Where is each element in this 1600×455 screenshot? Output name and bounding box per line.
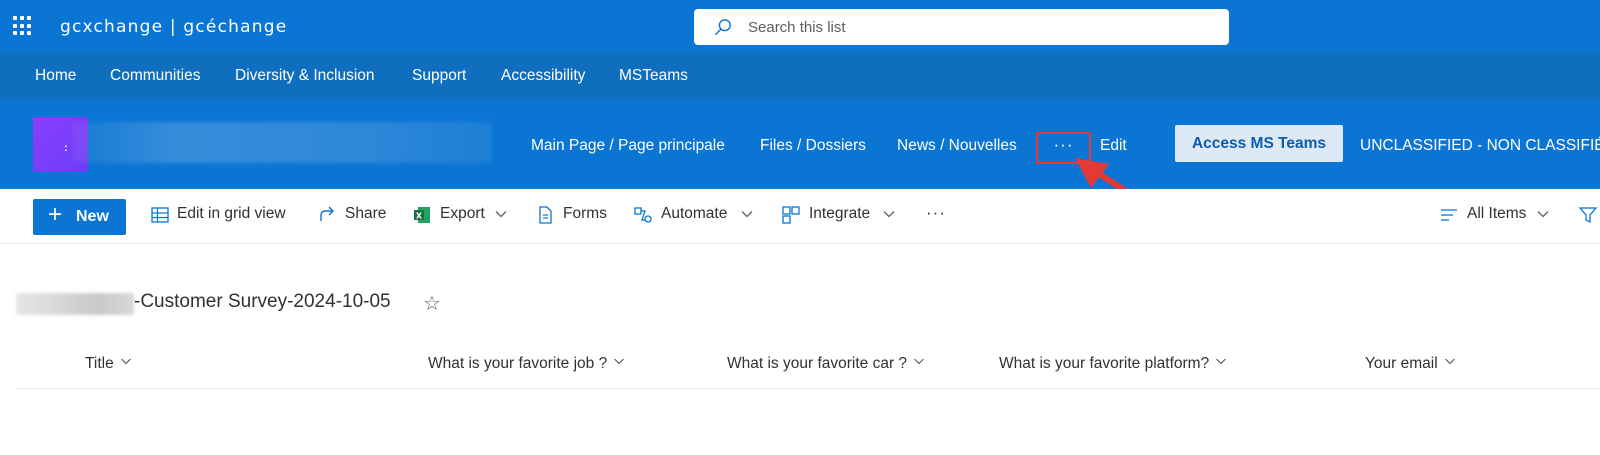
- plus-icon: +: [48, 201, 63, 228]
- automate-icon: [634, 207, 652, 223]
- column-header-label: Your email: [1365, 355, 1438, 372]
- search-input[interactable]: [748, 9, 1218, 45]
- column-header-favorite-job[interactable]: What is your favorite job ?: [428, 355, 625, 373]
- chevron-down-icon: [120, 358, 131, 365]
- hub-item-communities[interactable]: Communities: [110, 67, 200, 85]
- site-nav-news[interactable]: News / Nouvelles: [897, 137, 1017, 155]
- integrate-button[interactable]: Integrate: [809, 205, 870, 223]
- excel-icon: X: [414, 207, 430, 223]
- chevron-down-icon: [914, 358, 924, 365]
- view-options-icon: [1441, 209, 1457, 221]
- export-button[interactable]: Export: [440, 205, 485, 223]
- hub-item-diversity-inclusion[interactable]: Diversity & Inclusion: [235, 67, 375, 85]
- suite-bar: gcxchange | gcéchange: [0, 0, 1600, 53]
- share-button[interactable]: Share: [345, 205, 386, 223]
- hub-item-accessibility[interactable]: Accessibility: [501, 67, 585, 85]
- chevron-down-icon: [1444, 358, 1455, 365]
- column-header-email[interactable]: Your email: [1365, 355, 1456, 373]
- hub-item-msteams[interactable]: MSTeams: [619, 67, 688, 85]
- chevron-down-icon: [495, 211, 507, 218]
- command-more-button[interactable]: ···: [926, 203, 946, 223]
- column-header-favorite-car[interactable]: What is your favorite car ?: [727, 355, 925, 373]
- chevron-down-icon: [883, 211, 895, 218]
- list-title-redacted: [16, 293, 134, 315]
- column-header-title[interactable]: Title: [85, 355, 132, 373]
- new-button-label: New: [76, 208, 109, 225]
- grid-view-icon: [151, 207, 169, 223]
- column-header-divider: [16, 388, 1600, 389]
- site-title-redacted: [72, 122, 492, 163]
- new-button[interactable]: + New: [33, 199, 126, 235]
- column-header-label: What is your favorite job ?: [428, 355, 608, 372]
- integrate-icon: [782, 206, 800, 224]
- list-title: -Customer Survey-2024-10-05: [134, 291, 391, 312]
- column-header-label: What is your favorite car ?: [727, 355, 908, 372]
- edit-in-grid-view-button[interactable]: Edit in grid view: [177, 205, 286, 223]
- search-box[interactable]: [694, 9, 1229, 45]
- access-ms-teams-button[interactable]: Access MS Teams: [1175, 125, 1343, 162]
- star-icon[interactable]: ☆: [423, 291, 441, 316]
- svg-text:X: X: [416, 212, 423, 221]
- brand-title[interactable]: gcxchange | gcéchange: [60, 17, 287, 37]
- search-icon: [715, 19, 731, 35]
- command-bar: + New Edit in grid view Share X Export F…: [0, 189, 1600, 244]
- filter-icon[interactable]: [1578, 205, 1598, 225]
- column-header-favorite-platform[interactable]: What is your favorite platform?: [999, 355, 1227, 373]
- chevron-down-icon: [614, 358, 625, 365]
- share-icon: [320, 206, 334, 221]
- hub-item-support[interactable]: Support: [412, 67, 466, 85]
- forms-icon: [539, 206, 552, 224]
- automate-button[interactable]: Automate: [661, 205, 727, 223]
- forms-button[interactable]: Forms: [563, 205, 607, 223]
- column-header-label: Title: [85, 355, 114, 372]
- classification-label: UNCLASSIFIED - NON CLASSIFIÉ: [1360, 137, 1600, 154]
- chevron-down-icon: [741, 211, 753, 218]
- chevron-down-icon: [1216, 358, 1227, 365]
- site-edit-link[interactable]: Edit: [1100, 137, 1127, 155]
- app-launcher-icon[interactable]: [13, 16, 33, 36]
- hub-item-home[interactable]: Home: [35, 67, 76, 85]
- column-header-label: What is your favorite platform?: [999, 355, 1210, 372]
- hub-navigation: Home Communities Diversity & Inclusion S…: [0, 53, 1600, 99]
- site-header: : Main Page / Page principale Files / Do…: [0, 99, 1600, 189]
- site-nav-files[interactable]: Files / Dossiers: [760, 137, 866, 155]
- site-nav-main-page[interactable]: Main Page / Page principale: [531, 137, 725, 155]
- chevron-down-icon: [1537, 211, 1549, 218]
- all-items-view-button[interactable]: All Items: [1467, 205, 1526, 223]
- site-logo-text: :: [64, 142, 68, 154]
